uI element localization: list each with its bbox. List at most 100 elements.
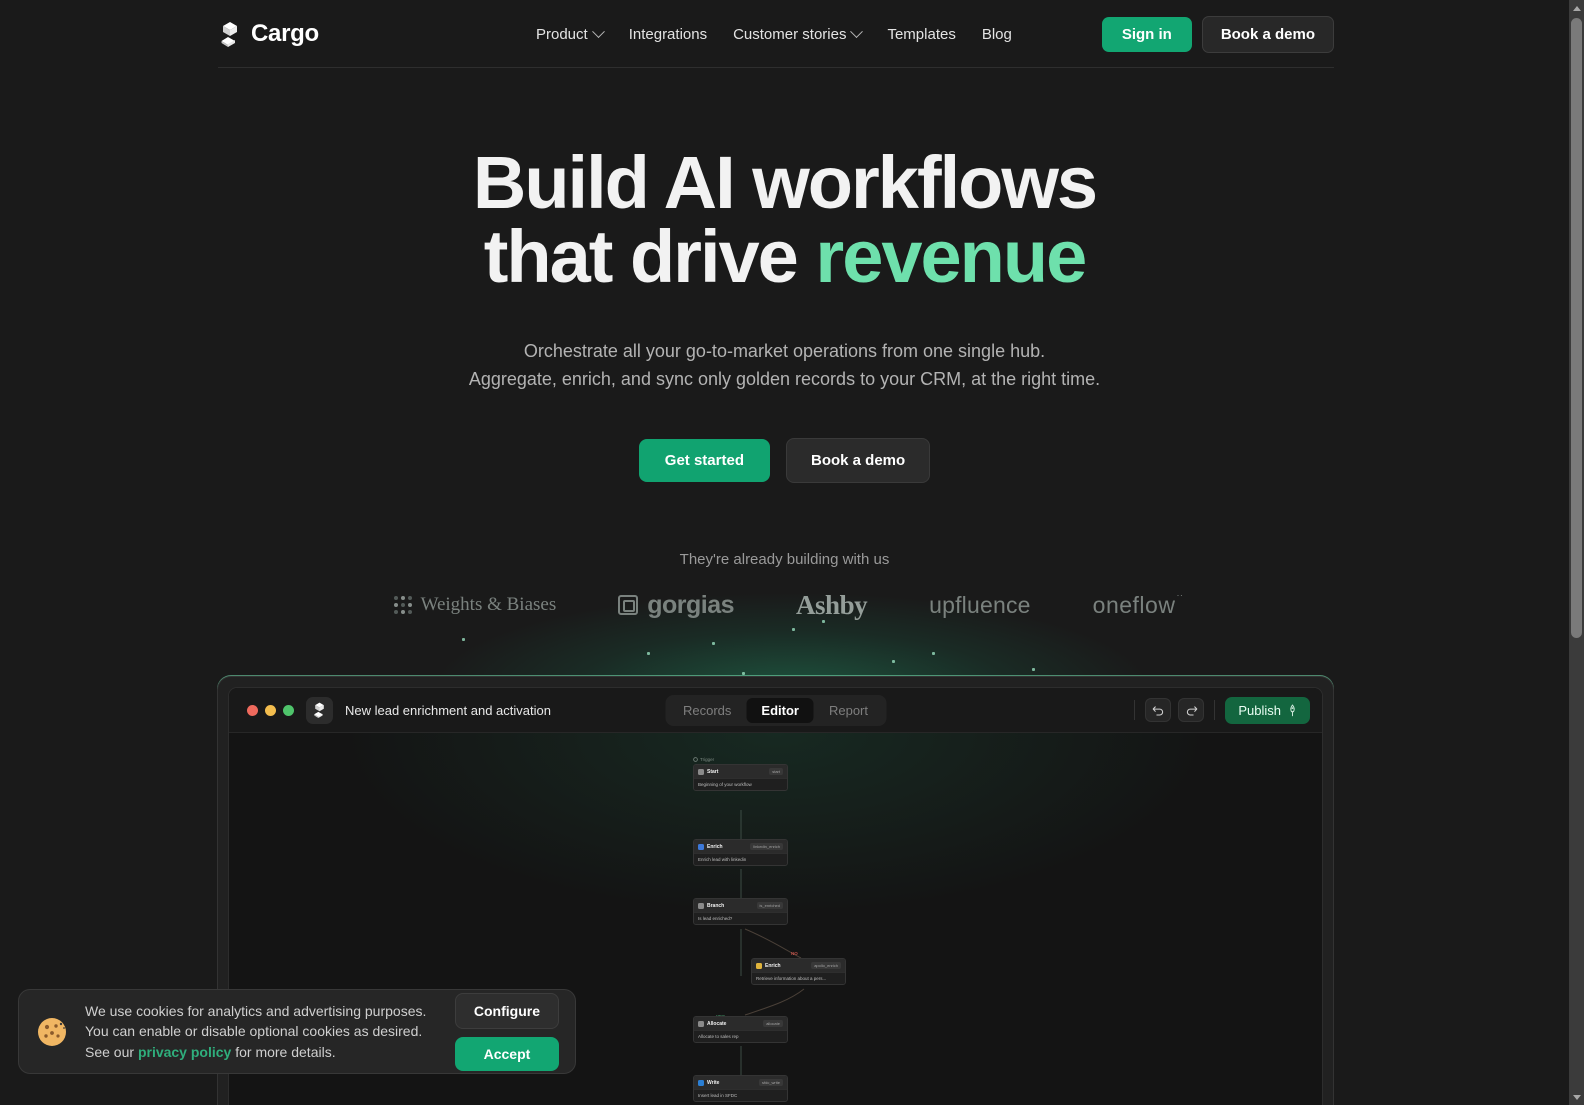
book-demo-hero-button[interactable]: Book a demo (786, 437, 931, 483)
nav-item-templates-label: Templates (887, 25, 956, 43)
node-badge: is_enriched (756, 902, 783, 909)
node-badge: apollo_enrich (811, 962, 841, 969)
nav-item-integrations[interactable]: Integrations (629, 26, 707, 43)
cookie-line-3: See our privacy policy for more details. (85, 1043, 336, 1060)
hero-subtitle-line1: Orchestrate all your go-to-market operat… (523, 341, 1046, 361)
brand-logo[interactable]: Cargo (218, 20, 319, 48)
node-description: Insert lead in SFDC (694, 1089, 787, 1101)
logo-ashby: Ashby (796, 589, 868, 621)
chevron-down-icon (591, 24, 605, 38)
redo-button[interactable] (1178, 698, 1205, 722)
nav-item-blog[interactable]: Blog (982, 26, 1012, 43)
undo-icon (1152, 705, 1163, 715)
node-icon (756, 962, 762, 969)
sign-in-button[interactable]: Sign in (1101, 16, 1192, 52)
node-group-label: Trigger (693, 757, 788, 762)
cargo-boxes-icon (221, 21, 237, 47)
app-actions: Publish (1131, 696, 1310, 724)
logo-label: gorgias (647, 590, 735, 619)
page-root: Cargo Product Integrations Customer stor… (0, 0, 1584, 1105)
workflow-node-start[interactable]: Trigger Start start Beginning of your wo… (693, 757, 788, 791)
nav-item-integrations-label: Integrations (628, 25, 708, 43)
privacy-policy-link[interactable]: privacy policy (138, 1044, 231, 1060)
brand-name: Cargo (251, 19, 319, 47)
vertical-scrollbar[interactable] (1569, 0, 1584, 1105)
cookie-text: We use cookies for analytics and adverti… (85, 1001, 439, 1062)
node-icon (698, 902, 704, 909)
cargo-boxes-icon (314, 702, 324, 718)
scroll-down-arrow[interactable] (1569, 1089, 1584, 1105)
logo-upfluence: upfluence (929, 592, 1031, 619)
logo-gorgias: gorgias (618, 590, 735, 620)
logo-weights-and-biases: Weights & Biases (393, 594, 557, 616)
hero-subtitle-line2: Aggregate, enrich, and sync only golden … (468, 368, 1101, 389)
redo-icon (1186, 705, 1198, 715)
workflow-title: New lead enrichment and activation (345, 702, 551, 718)
workflow-node-apollo-enrich[interactable]: Enrich apollo_enrich Retrieve informatio… (751, 958, 846, 985)
node-icon (698, 768, 704, 775)
publish-label: Publish (1238, 702, 1281, 718)
cookie-consent-banner: We use cookies for analytics and adverti… (18, 989, 576, 1074)
configure-cookies-button[interactable]: Configure (454, 992, 559, 1029)
logo-label: upfluence (929, 591, 1031, 618)
edge-label-no: NO (791, 951, 798, 956)
customer-logos: Weights & Biases gorgias Ashby upfluence… (0, 590, 1569, 621)
book-demo-nav-button[interactable]: Book a demo (1201, 15, 1334, 53)
maximize-window-icon[interactable] (283, 704, 294, 716)
node-name: Write (707, 1079, 720, 1086)
logo-label: oneflow ·· (1092, 589, 1184, 618)
minimize-window-icon[interactable] (265, 704, 276, 716)
node-name: Enrich (707, 843, 723, 850)
node-description: Allocate to sales rep (694, 1030, 787, 1042)
nav-item-customer-stories[interactable]: Customer stories (733, 24, 864, 43)
logo-label: Ashby (796, 589, 868, 620)
divider (1214, 700, 1216, 720)
rocket-icon (1290, 703, 1295, 716)
app-logo (306, 696, 333, 724)
scroll-up-arrow[interactable] (1569, 0, 1584, 16)
workflow-node-linkedin-enrich[interactable]: Enrich linkedin_enrich Enrich lead with … (693, 839, 788, 866)
accept-cookies-button[interactable]: Accept (454, 1036, 559, 1071)
nav-links: Product Integrations Customer stories Te… (536, 0, 1012, 68)
cookie-actions: Configure Accept (454, 992, 559, 1071)
node-badge: allocate (763, 1020, 783, 1027)
node-description: Enrich lead with linkedin (694, 853, 787, 865)
social-proof-caption: They're already building with us (679, 550, 890, 568)
undo-button[interactable] (1145, 698, 1172, 722)
window-traffic-lights (241, 704, 294, 716)
nav-item-templates[interactable]: Templates (887, 26, 955, 43)
cookie-line-2: You can enable or disable optional cooki… (85, 1023, 423, 1040)
node-icon (698, 1079, 704, 1086)
workflow-node-branch[interactable]: Branch is_enriched Is lead enriched? (693, 898, 788, 925)
get-started-button[interactable]: Get started (638, 438, 770, 482)
logo-label: Weights & Biases (420, 594, 557, 616)
wandb-dots-icon (393, 596, 412, 615)
publish-button[interactable]: Publish (1225, 696, 1310, 724)
divider (1134, 700, 1136, 720)
node-badge: start (769, 768, 783, 775)
workflow-node-sfdc-write[interactable]: Write sfdc_write Insert lead in SFDC (693, 1075, 788, 1102)
workflow-node-allocate[interactable]: Allocate allocate Allocate to sales rep (693, 1016, 788, 1043)
node-description: Retrieve information about a pers... (752, 972, 845, 984)
nav-item-product-label: Product (536, 25, 588, 43)
node-badge: linkedin_enrich (750, 843, 783, 850)
close-window-icon[interactable] (247, 704, 258, 716)
nav-item-customer-stories-label: Customer stories (733, 25, 847, 43)
node-badge: sfdc_write (758, 1079, 783, 1086)
app-tabs: Records Editor Report (664, 694, 887, 726)
tab-records[interactable]: Records (668, 698, 746, 723)
scrollbar-thumb[interactable] (1571, 18, 1582, 638)
hero-subtitle: Orchestrate all your go-to-market operat… (0, 338, 1569, 394)
hero-title-line2: that drive (483, 215, 816, 298)
tab-report[interactable]: Report (814, 698, 883, 723)
node-description: Beginning of your workflow (694, 778, 787, 790)
nav-actions: Sign in Book a demo (1101, 0, 1334, 68)
tab-editor[interactable]: Editor (746, 697, 814, 723)
cookie-line-1: We use cookies for analytics and adverti… (85, 1003, 427, 1020)
node-description: Is lead enriched? (694, 912, 787, 924)
node-name: Branch (707, 902, 725, 909)
cookie-icon (38, 1017, 66, 1046)
trigger-icon (693, 757, 698, 762)
node-name: Start (707, 768, 719, 775)
nav-item-product[interactable]: Product (536, 24, 605, 43)
